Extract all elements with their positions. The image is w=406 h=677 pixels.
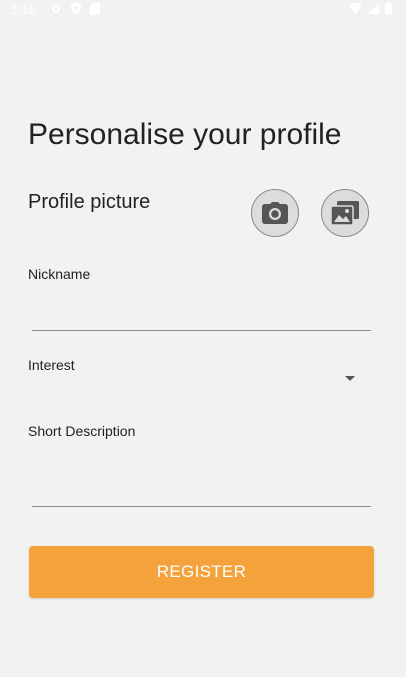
camera-icon: [262, 202, 288, 224]
camera-button[interactable]: [251, 189, 299, 237]
battery-icon: [385, 2, 392, 14]
register-button[interactable]: REGISTER: [29, 546, 374, 598]
status-time: 3:16: [10, 2, 37, 17]
sd-card-icon: [90, 2, 100, 15]
shield-icon: [71, 2, 81, 15]
nickname-label: Nickname: [28, 266, 91, 282]
gallery-button[interactable]: [321, 189, 369, 237]
signal-icon: [368, 2, 379, 14]
interest-dropdown[interactable]: [28, 370, 368, 390]
gallery-icon: [331, 201, 359, 225]
wifi-icon: [349, 2, 362, 14]
profile-picture-label: Profile picture: [28, 191, 151, 213]
status-bar: 3:16: [0, 0, 406, 20]
page-title: Personalise your profile: [28, 118, 342, 151]
nickname-input[interactable]: [32, 298, 371, 331]
chevron-down-icon[interactable]: [345, 376, 355, 381]
status-icons-left: [50, 2, 100, 15]
gear-icon: [52, 4, 60, 13]
short-description-label: Short Description: [28, 423, 136, 439]
short-description-input[interactable]: [32, 470, 371, 507]
status-icons-right: [349, 2, 392, 14]
